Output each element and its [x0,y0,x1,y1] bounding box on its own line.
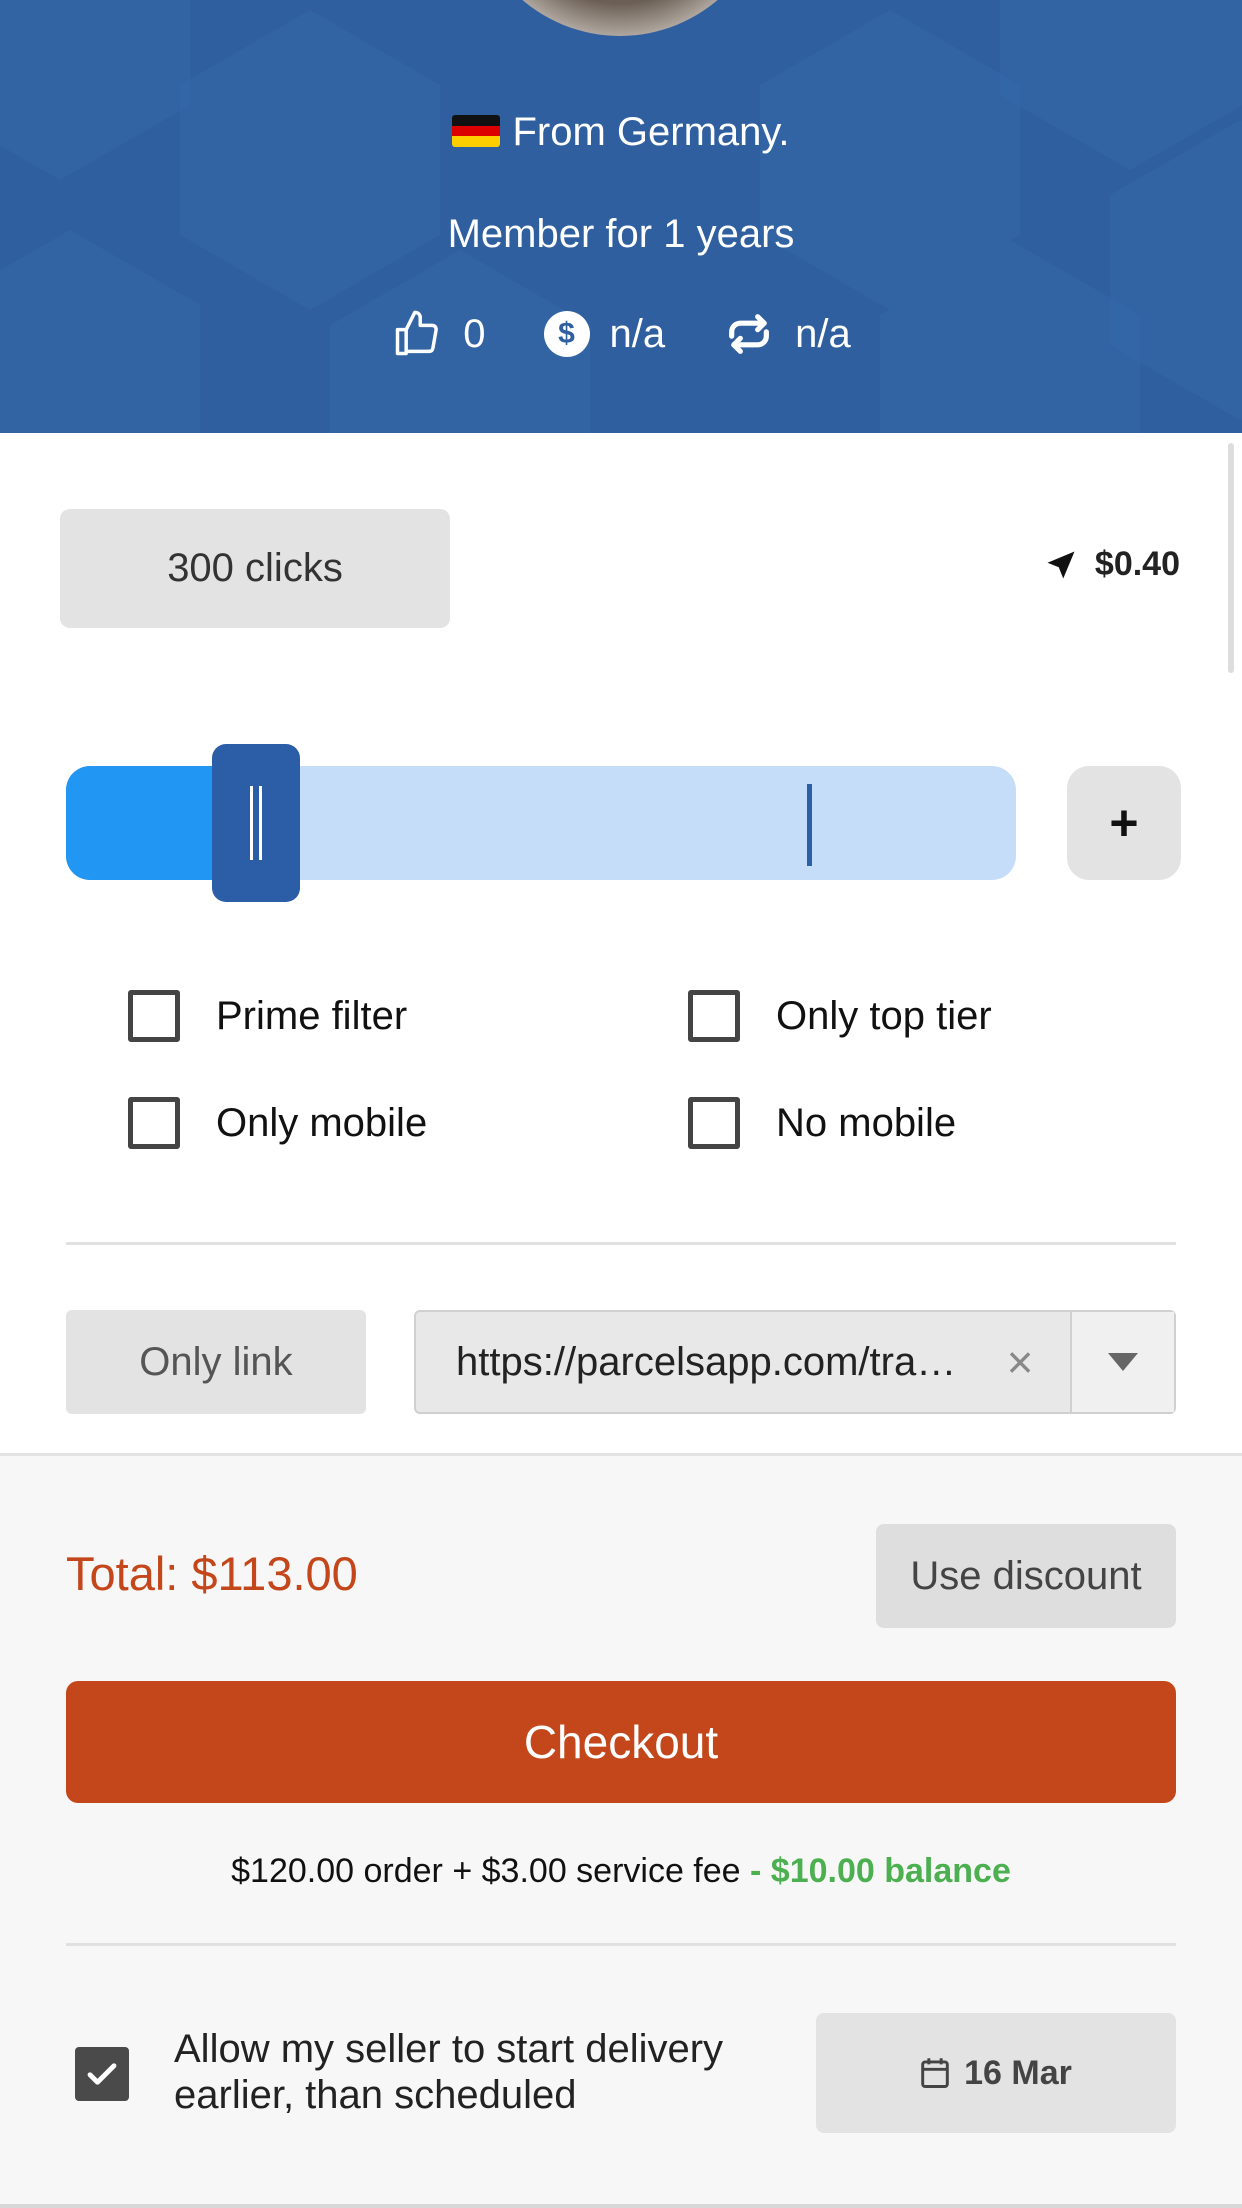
price-value: $0.40 [1094,545,1180,583]
clear-icon[interactable]: × [970,1335,1070,1389]
plus-sign: + [452,1852,473,1890]
url-input[interactable]: https://parcelsapp.com/tracking [416,1340,970,1385]
scrollbar[interactable] [1228,443,1234,673]
url-select[interactable]: https://parcelsapp.com/tracking × [414,1310,1176,1414]
price-breakdown: $120.00 order + $3.00 service fee - $10.… [0,1852,1242,1891]
order-amount: $120.00 order [231,1852,443,1890]
repeat-value: n/a [795,311,851,356]
thumbs-up-icon [396,310,439,356]
only-top-tier-checkbox[interactable] [688,990,740,1042]
calendar-icon [921,2058,949,2089]
avatar[interactable] [470,0,770,36]
checkmark-icon [87,2063,117,2085]
prime-filter-label: Prime filter [216,993,408,1038]
divider [66,1242,1176,1245]
divider [66,1943,1176,1946]
only-top-tier-option[interactable]: Only top tier [688,990,992,1042]
use-discount-button[interactable]: Use discount [876,1524,1176,1628]
profile-stats: 0 $ n/a n/a [0,308,1242,360]
only-mobile-option[interactable]: Only mobile [128,1097,427,1149]
hex-pattern [180,10,440,310]
clicks-button[interactable]: 300 clicks [60,509,450,628]
slider-thumb[interactable] [212,744,300,902]
country-label: From Germany. [0,110,1242,155]
bottom-edge [0,2204,1242,2208]
prime-filter-checkbox[interactable] [128,990,180,1042]
total-label: Total: $113.00 [66,1547,358,1600]
increase-button[interactable]: + [1067,766,1181,880]
dollar-icon: $ [543,311,590,357]
prime-filter-option[interactable]: Prime filter [128,990,407,1042]
chevron-down-icon[interactable] [1070,1312,1174,1412]
likes-count: 0 [463,311,486,356]
earnings-value: n/a [609,311,666,356]
allow-early-delivery-checkbox[interactable] [75,2047,129,2101]
balance-deduction: - $10.00 balance [750,1852,1011,1890]
navigation-arrow-icon [1047,551,1075,578]
only-mobile-checkbox[interactable] [128,1097,180,1149]
country-text: From Germany. [512,110,790,154]
only-mobile-label: Only mobile [216,1100,428,1145]
member-since: Member for 1 years [447,212,795,256]
delivery-date-button[interactable]: 16 Mar [816,2013,1176,2133]
allow-early-delivery-label: Allow my seller to start delivery earlie… [174,2027,724,2117]
service-fee: $3.00 service fee [481,1852,741,1890]
no-mobile-checkbox[interactable] [688,1097,740,1149]
checkout-button[interactable]: Checkout [66,1681,1176,1803]
order-card: 300 clicks $0.40 + Prime filter Only top… [0,433,1242,1453]
only-link-button[interactable]: Only link [66,1310,366,1414]
checkout-panel: Total: $113.00 Use discount Checkout $12… [0,1453,1242,2208]
slider-marker [807,784,812,866]
germany-flag-icon [452,115,501,147]
clicks-slider[interactable] [66,744,1016,902]
profile-header: From Germany. Member for 1 years 0 $ n/a… [0,0,1242,433]
only-top-tier-label: Only top tier [776,993,992,1038]
delivery-date-label: 16 Mar [964,2053,1072,2092]
no-mobile-label: No mobile [776,1100,957,1145]
earnings-stat: $ n/a [543,311,666,357]
repeat-icon [729,314,770,354]
price-per-click: $0.40 [1043,545,1180,584]
repeat-stat: n/a [723,308,851,360]
likes-stat: 0 [391,308,486,360]
no-mobile-option[interactable]: No mobile [688,1097,956,1149]
